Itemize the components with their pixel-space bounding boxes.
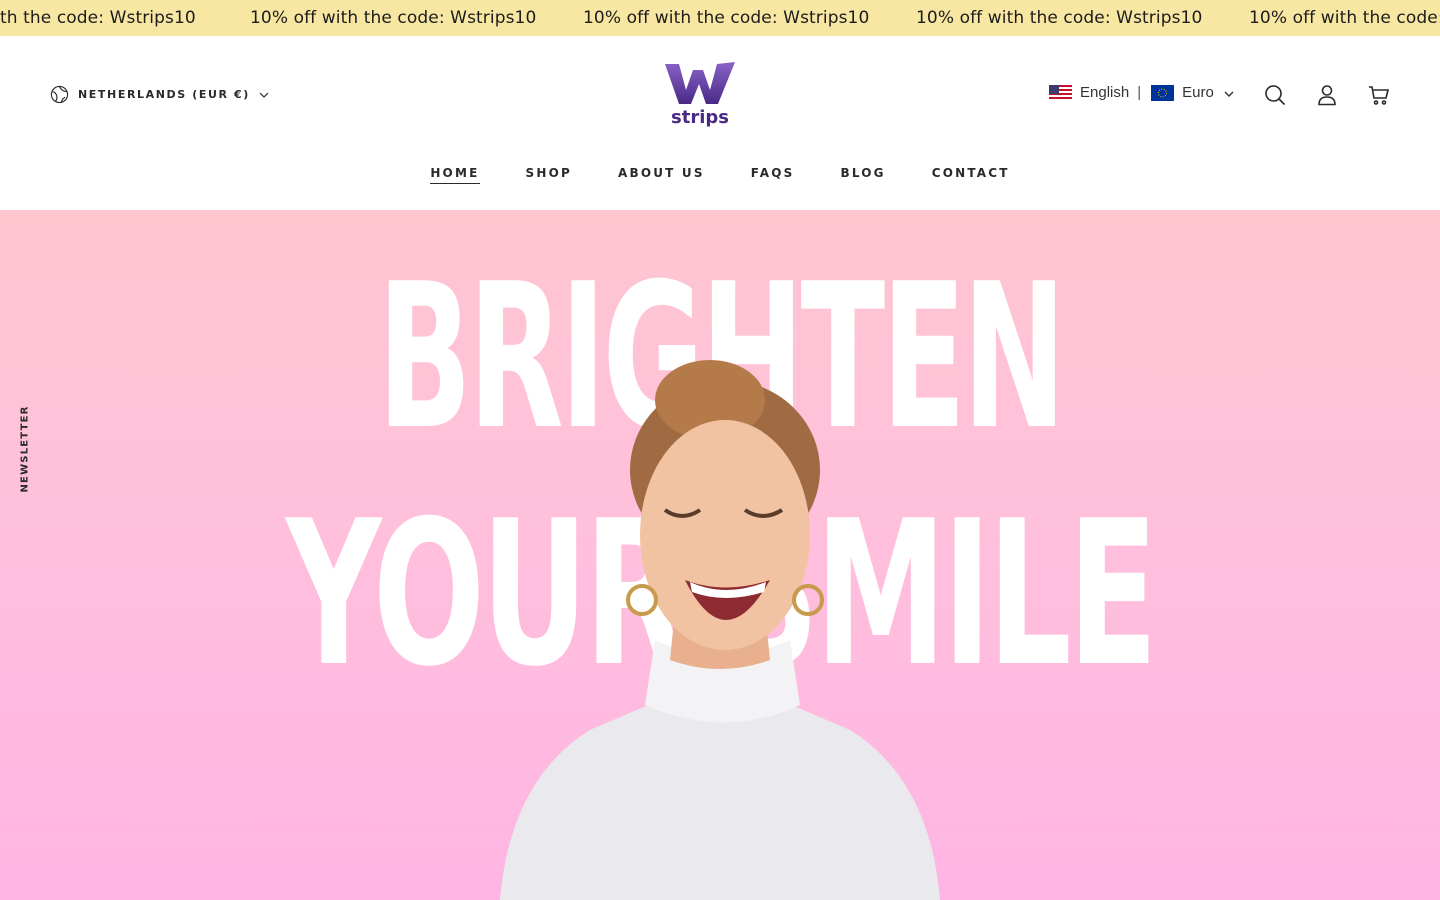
cart-icon[interactable]: [1368, 84, 1390, 106]
nav-item-faqs[interactable]: FAQS: [751, 166, 795, 184]
smiling-woman-image: [500, 360, 940, 900]
language-currency-switcher[interactable]: English | Euro: [1049, 84, 1234, 101]
brand-logo[interactable]: strips: [660, 60, 740, 130]
newsletter-tab[interactable]: NEWSLETTER: [20, 405, 31, 492]
eu-flag-icon: [1151, 84, 1175, 101]
nav-item-contact[interactable]: CONTACT: [932, 166, 1010, 184]
chevron-down-icon: [259, 92, 269, 98]
nav-item-blog[interactable]: BLOG: [840, 166, 885, 184]
us-flag-icon: [1049, 84, 1072, 101]
separator: |: [1137, 84, 1142, 101]
hero-banner[interactable]: BRIGHTEN YOUR SMILE: [0, 210, 1440, 900]
chevron-down-icon: [1224, 84, 1234, 101]
announcement-message: 10% off with the code: Wstrips10: [916, 8, 1203, 28]
announcement-message: th the code: Wstrips10: [0, 8, 196, 28]
announcement-message: 10% off with the code: Wstrips10: [583, 8, 870, 28]
nav-item-shop[interactable]: SHOP: [526, 166, 572, 184]
announcement-bar: th the code: Wstrips10 10% off with the …: [0, 0, 1440, 36]
search-icon[interactable]: [1264, 84, 1286, 106]
nav-item-home[interactable]: HOME: [430, 166, 480, 184]
language-label[interactable]: English: [1080, 84, 1129, 101]
announcement-message: 10% off with the code: W: [1249, 8, 1440, 28]
account-icon[interactable]: [1317, 84, 1339, 106]
main-nav: HOME SHOP ABOUT US FAQS BLOG CONTACT: [0, 166, 1440, 184]
site-header: NETHERLANDS (EUR €) strips English | Eur…: [0, 36, 1440, 210]
logo-text: strips: [671, 107, 729, 128]
country-label: NETHERLANDS (EUR €): [78, 88, 250, 101]
currency-label[interactable]: Euro: [1182, 84, 1214, 101]
globe-icon: [50, 85, 69, 104]
country-selector[interactable]: NETHERLANDS (EUR €): [50, 85, 269, 104]
announcement-message: 10% off with the code: Wstrips10: [250, 8, 537, 28]
nav-item-about-us[interactable]: ABOUT US: [618, 166, 705, 184]
